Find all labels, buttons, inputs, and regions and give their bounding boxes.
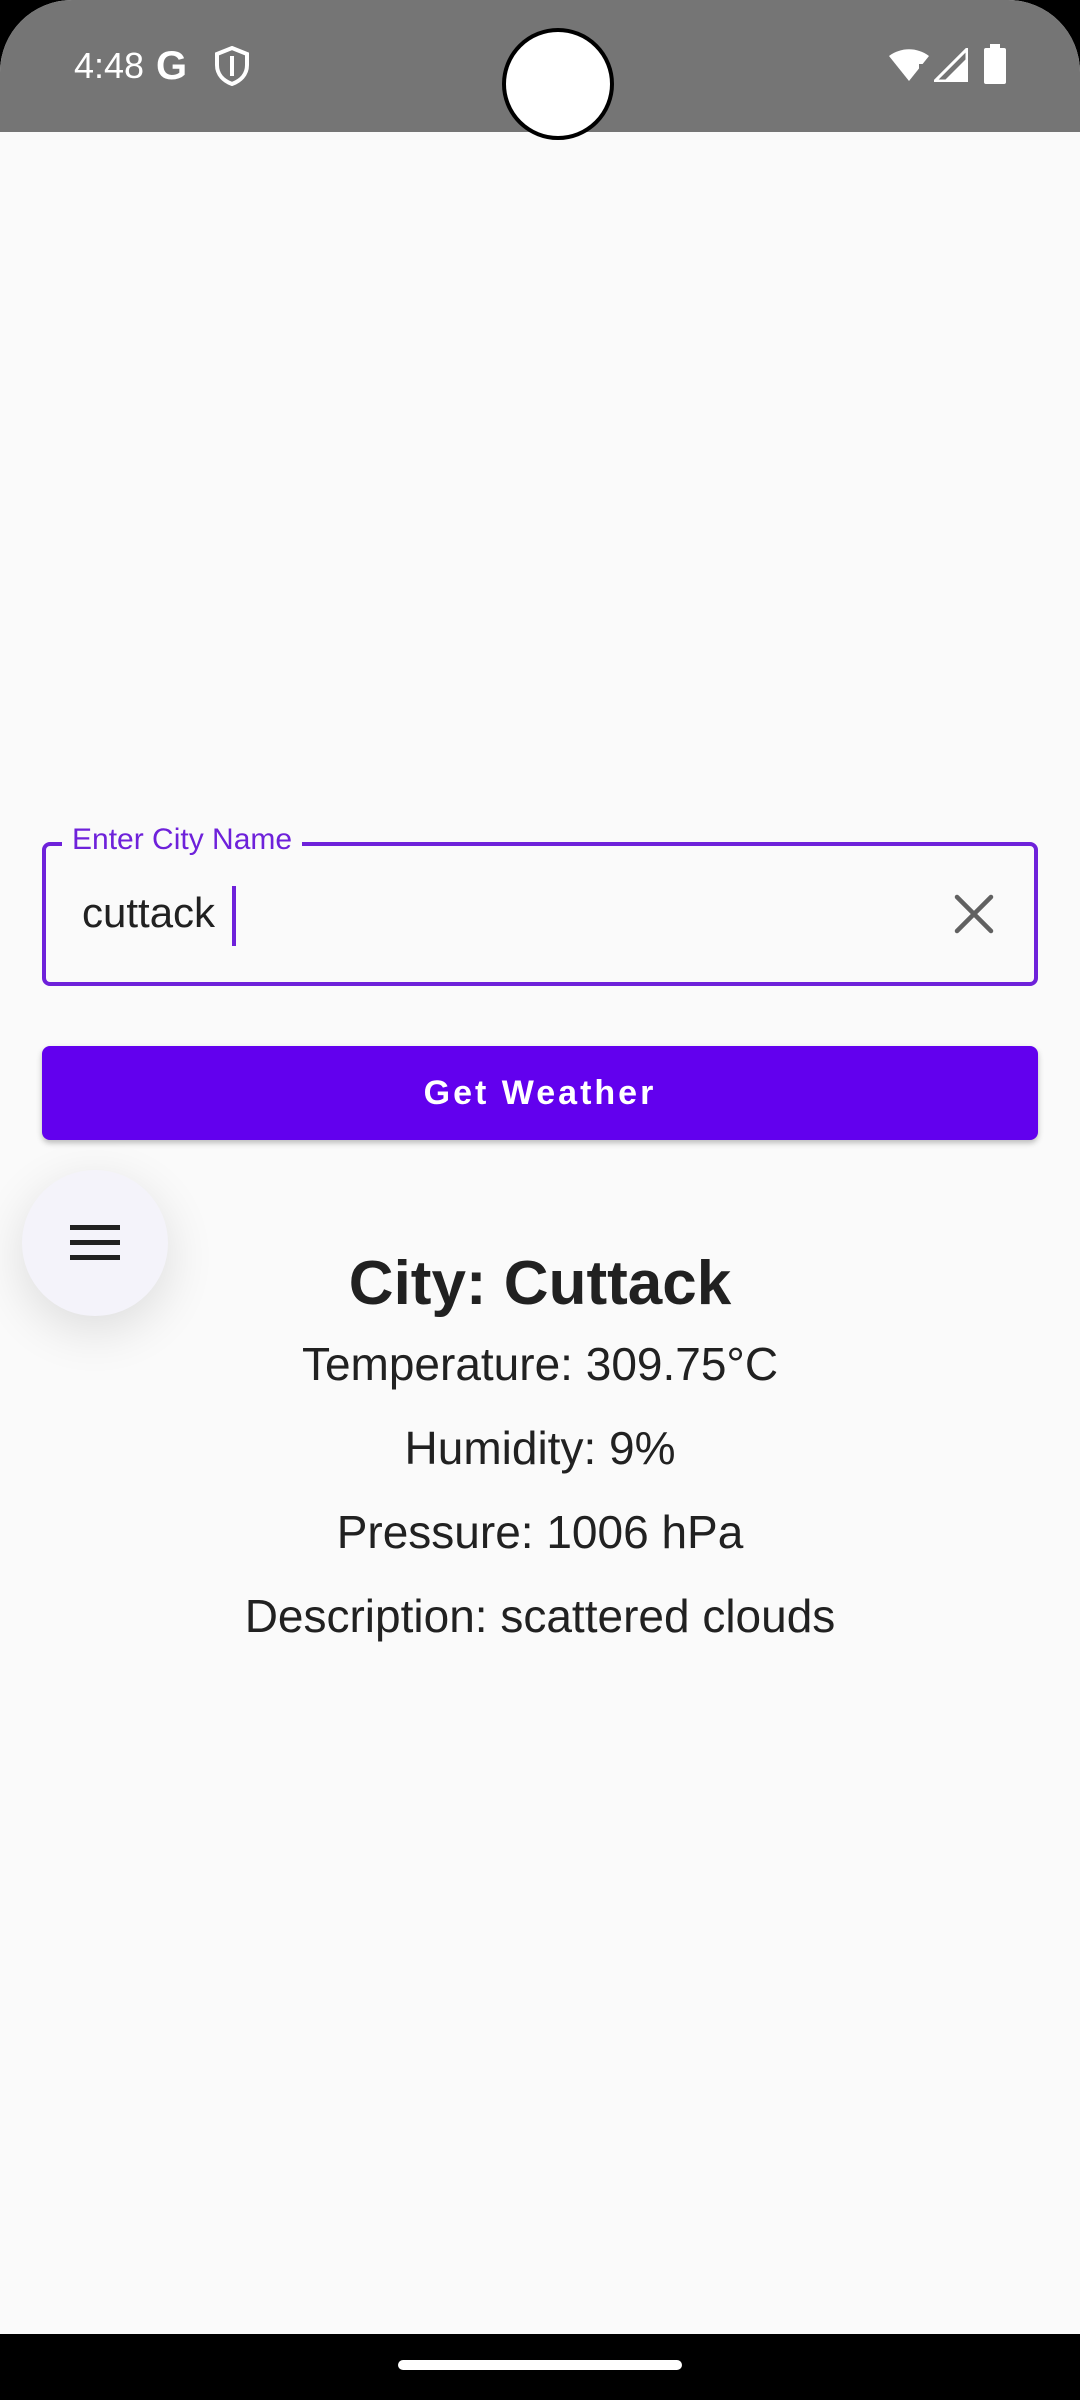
city-name-field[interactable]: Enter City Name [42, 820, 1038, 986]
description-text: Description: scattered clouds [244, 1590, 836, 1642]
camera-cutout [502, 28, 614, 140]
status-time: 4:48 [74, 45, 145, 86]
city-input[interactable] [82, 882, 882, 944]
temperature-text: Temperature: 309.75°C [301, 1338, 779, 1390]
status-bar: 4:48 G [0, 0, 1080, 140]
pressure-text: Pressure: 1006 hPa [336, 1506, 744, 1558]
google-g-icon: G [156, 44, 188, 88]
signal-icon [934, 48, 968, 82]
city-heading: City: Cuttack [348, 1249, 732, 1318]
close-icon [954, 894, 994, 934]
get-weather-button[interactable]: Get Weather [42, 1046, 1038, 1140]
humidity-text: Humidity: 9% [404, 1422, 676, 1474]
shield-icon [215, 46, 249, 86]
city-field-label: Enter City Name [62, 820, 303, 860]
wifi-icon [889, 49, 929, 81]
clear-text-button[interactable] [942, 882, 1006, 946]
home-gesture-handle[interactable] [398, 2360, 682, 2370]
app-screen: 4:48 G Enter City Name Get W [0, 0, 1080, 2400]
text-cursor [232, 886, 236, 946]
battery-icon [984, 44, 1006, 84]
navigation-bar [0, 2334, 1080, 2400]
